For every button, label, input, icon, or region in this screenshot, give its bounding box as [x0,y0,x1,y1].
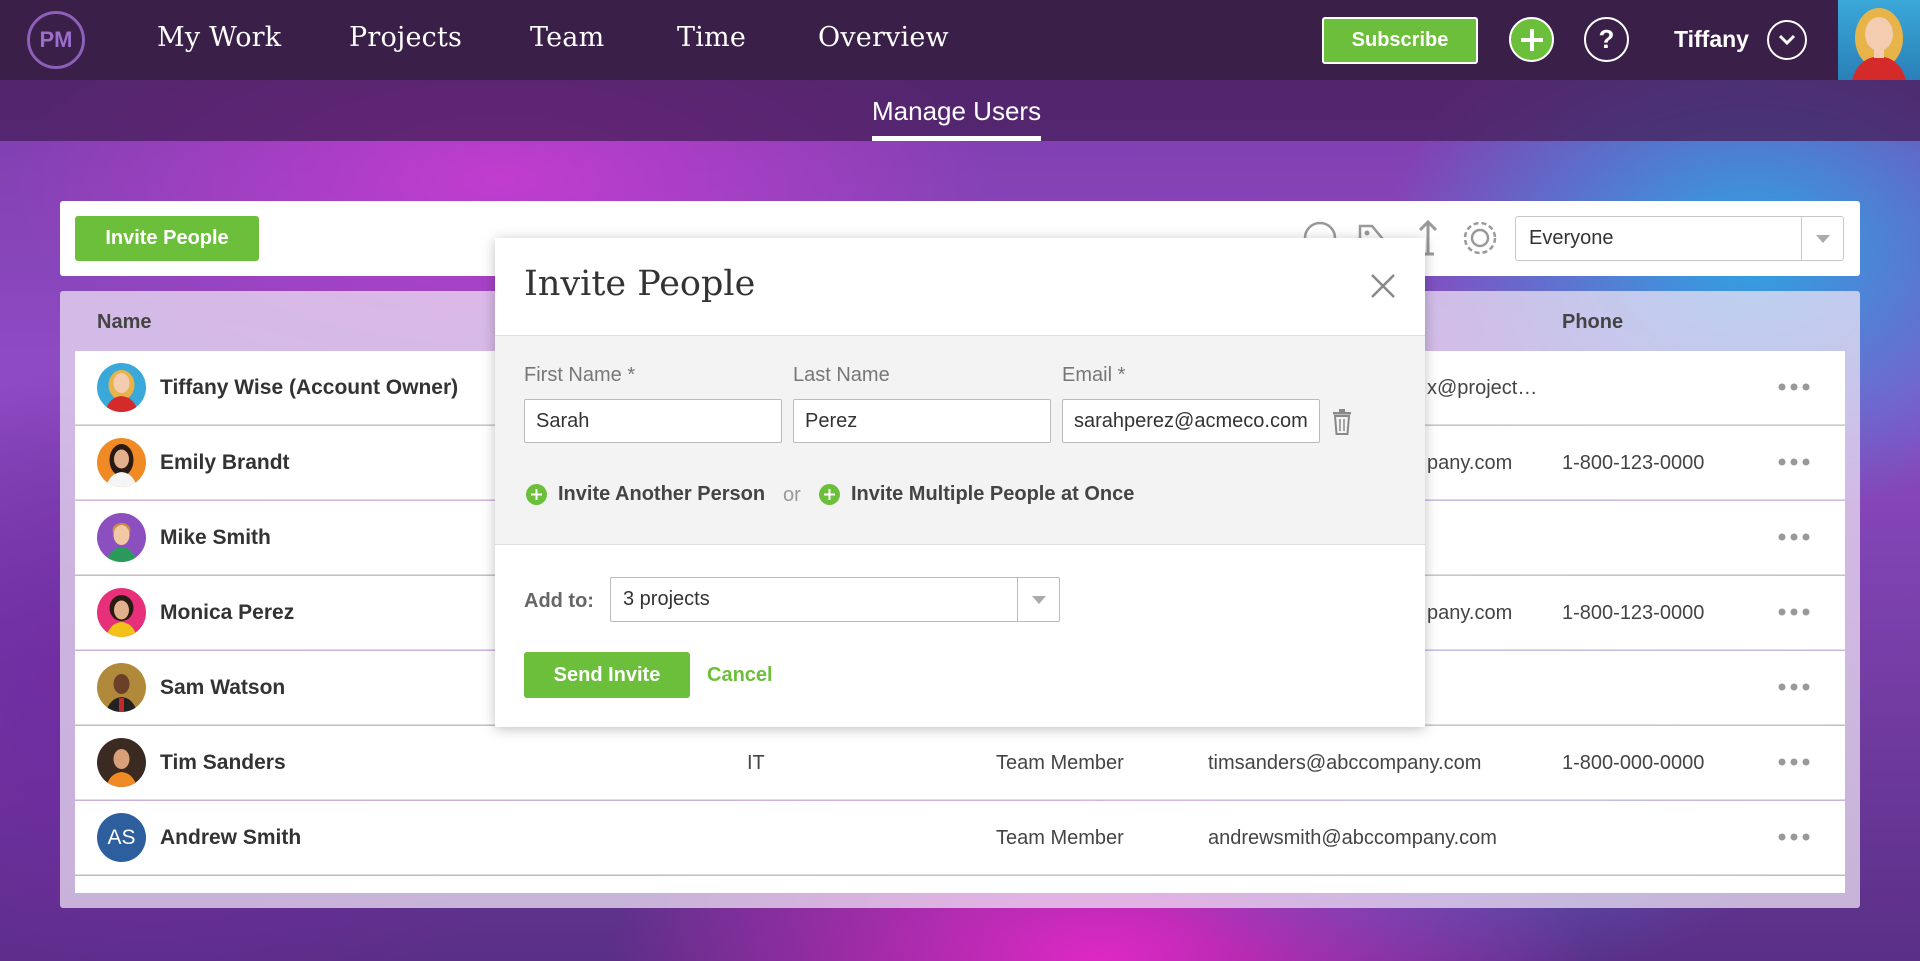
more-options-icon[interactable] [1777,677,1811,697]
user-email: andrewsmith@abccompany.com [1208,827,1497,849]
email-label: Email * [1062,364,1126,386]
user-department: IT [747,752,765,774]
app-logo[interactable]: PM [27,11,85,69]
add-to-value: 3 projects [623,588,710,610]
or-separator: or [783,484,801,506]
more-options-icon[interactable] [1777,377,1811,397]
user-role: Team Member [996,752,1124,774]
chevron-down-icon [1017,578,1059,621]
user-avatar[interactable] [1838,0,1920,80]
top-navigation-bar: PM My Work Projects Team Time Overview S… [0,0,1920,80]
avatar [97,438,146,487]
plus-icon [1520,28,1543,51]
avatar [97,588,146,637]
add-to-projects-select[interactable]: 3 projects [610,577,1060,622]
dialog-title: Invite People [524,264,756,304]
last-name-label: Last Name [793,364,890,386]
cancel-button[interactable]: Cancel [707,664,773,687]
add-new-button[interactable] [1509,17,1554,62]
avatar [97,363,146,412]
dialog-body: First Name * Last Name Email * Sarah Per… [495,335,1425,545]
nav-time[interactable]: Time [677,22,746,53]
chevron-down-icon [1778,34,1796,46]
tab-manage-users[interactable]: Manage Users [872,96,1042,141]
user-email: x@project… [1427,377,1538,399]
first-name-field[interactable]: Sarah [524,399,782,443]
column-header-name[interactable]: Name [97,311,151,334]
user-email: pany.com [1427,602,1513,624]
nav-overview[interactable]: Overview [818,22,949,53]
user-email: timsanders@abccompany.com [1208,752,1482,774]
avatar: AS [97,813,146,862]
user-email: pany.com [1427,452,1513,474]
avatar [97,738,146,787]
table-row[interactable]: AS Andrew Smith Team Member andrewsmith@… [75,801,1845,875]
user-name[interactable]: Tiffany Wise (Account Owner) [160,376,458,400]
plus-icon [819,484,840,505]
invite-people-dialog: Invite People First Name * Last Name Ema… [495,238,1425,727]
more-options-icon[interactable] [1777,452,1811,472]
email-field[interactable]: sarahperez@acmeco.com [1062,399,1320,443]
invite-multiple-people-label: Invite Multiple People at Once [851,483,1135,505]
user-role: Team Member [996,827,1124,849]
invite-another-person-label: Invite Another Person [558,483,766,505]
nav-team[interactable]: Team [530,22,604,53]
invite-people-button[interactable]: Invite People [75,216,259,261]
user-menu-toggle[interactable] [1767,20,1807,60]
trash-icon[interactable] [1331,408,1353,436]
user-phone: 1-800-123-0000 [1562,452,1705,474]
send-invite-button[interactable]: Send Invite [524,652,690,698]
user-name[interactable]: Tim Sanders [160,751,286,775]
user-name[interactable]: Mike Smith [160,526,271,550]
table-row[interactable]: Tim Sanders IT Team Member timsanders@ab… [75,726,1845,800]
more-options-icon[interactable] [1777,602,1811,622]
subscribe-button[interactable]: Subscribe [1322,17,1478,64]
nav-projects[interactable]: Projects [349,22,462,53]
user-filter-value: Everyone [1529,227,1614,249]
last-name-field[interactable]: Perez [793,399,1051,443]
question-icon: ? [1598,24,1615,54]
user-name[interactable]: Andrew Smith [160,826,301,850]
user-name[interactable]: Monica Perez [160,601,294,625]
user-phone: 1-800-123-0000 [1562,602,1705,624]
plus-icon [526,484,547,505]
more-options-icon[interactable] [1777,752,1811,772]
user-filter-select[interactable]: Everyone [1515,216,1844,261]
close-icon[interactable] [1369,272,1397,300]
nav-my-work[interactable]: My Work [157,22,281,53]
more-options-icon[interactable] [1777,827,1811,847]
more-options-icon[interactable] [1777,527,1811,547]
help-button[interactable]: ? [1584,17,1629,62]
gear-icon[interactable] [1460,216,1500,260]
column-header-phone[interactable]: Phone [1562,311,1623,334]
user-name[interactable]: Sam Watson [160,676,285,700]
first-name-label: First Name * [524,364,636,386]
invite-another-person-link[interactable]: Invite Another Person [526,483,765,506]
add-to-label: Add to: [524,590,594,612]
user-name[interactable]: Emily Brandt [160,451,290,475]
chevron-down-icon [1801,217,1843,260]
user-menu-name[interactable]: Tiffany [1674,26,1749,53]
avatar [97,663,146,712]
table-row [75,876,1845,893]
invite-multiple-people-link[interactable]: Invite Multiple People at Once [819,483,1134,506]
avatar [97,513,146,562]
user-phone: 1-800-000-0000 [1562,752,1705,774]
